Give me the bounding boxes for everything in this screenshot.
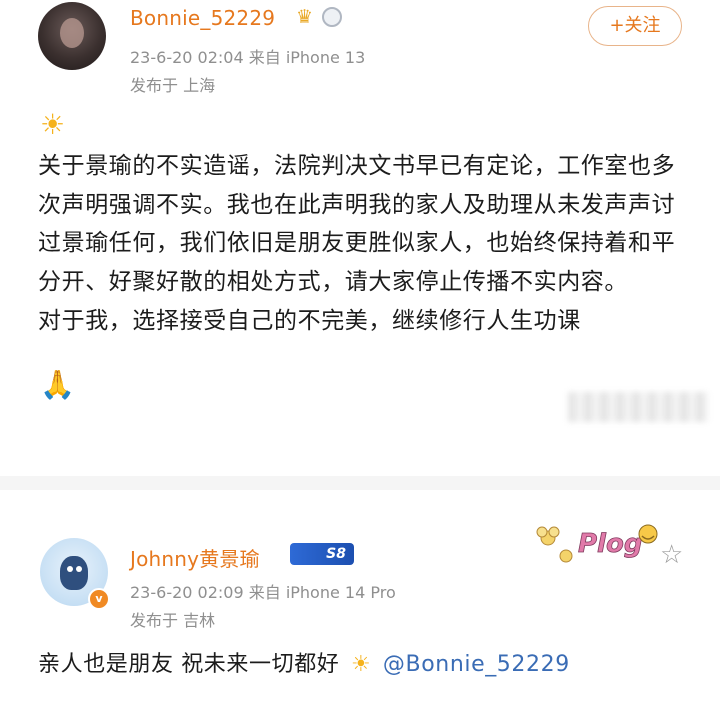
mention-link[interactable]: @Bonnie_52229 [383, 652, 570, 677]
reply-content: 亲人也是朋友 祝未来一切都好 ☀ @Bonnie_52229 [38, 646, 570, 678]
folded-hands-icon: 🙏 [40, 368, 75, 401]
timestamp: 23-6-20 02:04 [130, 48, 244, 67]
level-badge: S8 [290, 543, 354, 565]
post-separator [0, 476, 720, 490]
avatar[interactable] [38, 2, 106, 70]
avatar-face [60, 18, 84, 48]
avatar-eye [67, 566, 73, 572]
star-icon[interactable]: ☆ [660, 540, 683, 570]
username[interactable]: Bonnie_52229 [130, 6, 275, 30]
sun-icon: ☀ [40, 108, 66, 141]
blurred-watermark [568, 392, 708, 422]
avatar-eye [76, 566, 82, 572]
plog-sticker: Plog [536, 524, 658, 563]
post-johnny: v Johnny黄景瑜 S8 23-6-20 02:09 来自 iPhone 1… [0, 500, 720, 711]
follow-button[interactable]: +关注 [588, 6, 682, 46]
plog-text: Plog [578, 529, 642, 559]
reply-text: 亲人也是朋友 祝未来一切都好 [38, 652, 340, 677]
medal-icon [322, 7, 342, 27]
post-meta: 23-6-20 02:09 来自 iPhone 14 Pro [130, 579, 396, 603]
avatar-character [60, 556, 88, 590]
timestamp: 23-6-20 02:09 [130, 583, 244, 602]
source: 来自 iPhone 13 [248, 48, 366, 67]
post-meta: 23-6-20 02:04 来自 iPhone 13 [130, 44, 365, 68]
username[interactable]: Johnny黄景瑜 [130, 543, 260, 572]
post-body: 关于景瑜的不实造谣，法院判决文书早已有定论，工作室也多次声明强调不实。我也在此声… [38, 147, 688, 341]
source: 来自 iPhone 14 Pro [248, 583, 396, 602]
location: 发布于 上海 [130, 76, 216, 95]
sun-icon: ☀ [351, 652, 372, 677]
post-paragraph: 对于我，选择接受自己的不完美，继续修行人生功课 [38, 307, 581, 334]
verified-badge: v [88, 588, 110, 610]
crown-icon: ♛ [296, 6, 314, 28]
location: 发布于 吉林 [130, 611, 216, 630]
post-paragraph: 关于景瑜的不实造谣，法院判决文书早已有定论，工作室也多次声明强调不实。我也在此声… [38, 153, 676, 296]
post-bonnie: Bonnie_52229 ♛ 23-6-20 02:04 来自 iPhone 1… [0, 0, 720, 470]
